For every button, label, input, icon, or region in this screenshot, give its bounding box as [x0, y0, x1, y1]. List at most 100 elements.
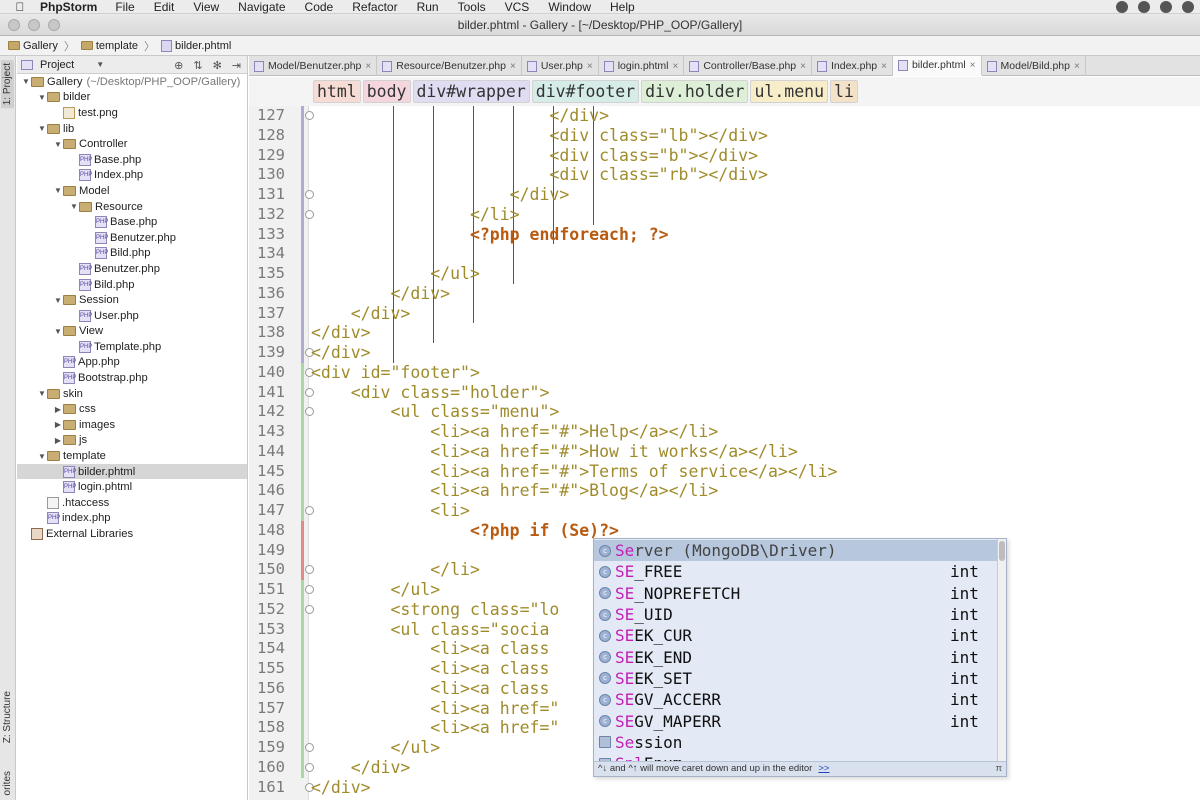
tree-item[interactable]: PHP index.php: [17, 511, 247, 527]
menu-help[interactable]: Help: [610, 0, 635, 14]
expanded-arrow-icon[interactable]: ▼: [53, 327, 63, 336]
expanded-arrow-icon[interactable]: ▼: [53, 186, 63, 195]
tree-item[interactable]: PHP Benutzer.php: [17, 261, 247, 277]
editor-tab[interactable]: Model/Benutzer.php ×: [249, 56, 378, 76]
autocomplete-item[interactable]: c SEGV_MAPERR int: [594, 710, 998, 731]
tree-item[interactable]: ▶ images: [17, 417, 247, 433]
tree-item[interactable]: PHP login.phtml: [17, 479, 247, 495]
tree-item[interactable]: ▶ css: [17, 401, 247, 417]
breadcrumb-tag[interactable]: body: [362, 80, 411, 103]
tree-item[interactable]: ▼ Model: [17, 183, 247, 199]
menu-vcs[interactable]: VCS: [505, 0, 530, 14]
structure-tool-button[interactable]: Z: Structure: [1, 688, 14, 746]
autocomplete-popup[interactable]: c Server (MongoDB\Driver) c SE_FREE int c SE_N…: [593, 538, 1007, 777]
close-icon[interactable]: ×: [1074, 61, 1080, 72]
menu-refactor[interactable]: Refactor: [352, 0, 397, 14]
close-icon[interactable]: ×: [587, 61, 593, 72]
collapsed-arrow-icon[interactable]: ▶: [53, 436, 63, 445]
menu-edit[interactable]: Edit: [154, 0, 175, 14]
expanded-arrow-icon[interactable]: ▼: [21, 77, 31, 86]
apple-icon[interactable]: : [0, 0, 40, 14]
tree-item[interactable]: PHP bilder.phtml: [17, 463, 247, 480]
tray-icon[interactable]: [1160, 1, 1172, 13]
collapse-icon[interactable]: ⇅: [193, 59, 202, 72]
tree-item[interactable]: PHP Benutzer.php: [17, 230, 247, 246]
tree-item[interactable]: ▼ lib: [17, 121, 247, 137]
close-icon[interactable]: ×: [970, 60, 976, 71]
expanded-arrow-icon[interactable]: ▼: [37, 389, 47, 398]
collapsed-arrow-icon[interactable]: ▶: [53, 420, 63, 429]
editor-tab[interactable]: bilder.phtml ×: [892, 56, 982, 76]
expanded-arrow-icon[interactable]: ▼: [37, 93, 47, 102]
editor-tab[interactable]: Controller/Base.php ×: [684, 56, 812, 76]
tree-item[interactable]: ▼ skin: [17, 386, 247, 402]
close-icon[interactable]: ×: [673, 61, 679, 72]
gear-icon[interactable]: ✻: [213, 59, 222, 72]
popup-scrollbar[interactable]: [997, 539, 1006, 761]
tree-item[interactable]: External Libraries: [17, 526, 247, 542]
autocomplete-item[interactable]: c SEEK_CUR int: [594, 625, 998, 646]
popup-more-link[interactable]: >>: [818, 762, 829, 776]
tray-icon[interactable]: [1116, 1, 1128, 13]
tree-item[interactable]: PHP Base.php: [17, 152, 247, 168]
editor-tab[interactable]: Index.php ×: [812, 56, 893, 76]
close-icon[interactable]: ×: [800, 61, 806, 72]
expanded-arrow-icon[interactable]: ▼: [53, 140, 63, 149]
menu-file[interactable]: File: [115, 0, 134, 14]
tree-item[interactable]: .htaccess: [17, 495, 247, 511]
tree-item[interactable]: ▼ Gallery (~/Desktop/PHP_OOP/Gallery): [17, 74, 247, 90]
tree-item[interactable]: ▼ bilder: [17, 90, 247, 106]
code-editor[interactable]: 127 128 129 130 131 132 133 134 135 136 137 138 139 1…: [249, 106, 1200, 800]
menu-navigate[interactable]: Navigate: [238, 0, 285, 14]
breadcrumb-tag[interactable]: li: [830, 80, 858, 103]
tree-item[interactable]: PHP Bootstrap.php: [17, 370, 247, 386]
autocomplete-item[interactable]: c SE_NOPREFETCH int: [594, 583, 998, 604]
autocomplete-item[interactable]: c Server (MongoDB\Driver): [594, 540, 998, 562]
tree-item[interactable]: ▼ Resource: [17, 199, 247, 215]
breadcrumb-tag[interactable]: div.holder: [641, 80, 749, 103]
tree-item[interactable]: ▼ Session: [17, 292, 247, 308]
autocomplete-item[interactable]: c SEEK_END int: [594, 647, 998, 668]
tree-item[interactable]: PHP User.php: [17, 308, 247, 324]
tree-item[interactable]: PHP Template.php: [17, 339, 247, 355]
tree-item[interactable]: PHP Bild.php: [17, 277, 247, 293]
tree-item[interactable]: ▼ template: [17, 448, 247, 464]
breadcrumb-tag[interactable]: html: [313, 80, 361, 103]
tray-icon[interactable]: [1138, 1, 1150, 13]
editor-tab[interactable]: Model/Bild.php ×: [982, 56, 1086, 76]
tree-item[interactable]: ▶ js: [17, 433, 247, 449]
expanded-arrow-icon[interactable]: ▼: [69, 202, 79, 211]
editor-tab[interactable]: User.php ×: [522, 56, 599, 76]
editor-tab[interactable]: Resource/Benutzer.php ×: [377, 56, 522, 76]
tree-item[interactable]: PHP Base.php: [17, 214, 247, 230]
nav-crumb-project[interactable]: Gallery: [8, 40, 58, 52]
breadcrumb-tag[interactable]: div#wrapper: [412, 80, 530, 103]
tree-item[interactable]: ▼ View: [17, 324, 247, 340]
pin-icon[interactable]: π: [995, 762, 1002, 776]
tree-item[interactable]: PHP Index.php: [17, 168, 247, 184]
breadcrumb-tag[interactable]: ul.menu: [750, 80, 829, 103]
close-icon[interactable]: ×: [510, 61, 516, 72]
close-icon[interactable]: ×: [881, 61, 887, 72]
tree-item[interactable]: PHP Bild.php: [17, 246, 247, 262]
expanded-arrow-icon[interactable]: ▼: [37, 452, 47, 461]
nav-crumb-file[interactable]: bilder.phtml: [161, 39, 231, 52]
menu-code[interactable]: Code: [305, 0, 334, 14]
favorites-tool-button[interactable]: orites: [1, 768, 14, 798]
collapsed-arrow-icon[interactable]: ▶: [53, 405, 63, 414]
nav-crumb-folder[interactable]: template: [80, 40, 138, 52]
tree-item[interactable]: test.png: [17, 105, 247, 121]
autocomplete-item[interactable]: c SE_FREE int: [594, 561, 998, 582]
tree-item[interactable]: ▼ Controller: [17, 136, 247, 152]
hide-icon[interactable]: ⇥: [232, 59, 241, 72]
scrollbar-thumb[interactable]: [999, 541, 1005, 561]
menu-view[interactable]: View: [193, 0, 219, 14]
menu-window[interactable]: Window: [548, 0, 591, 14]
project-view-selector[interactable]: Project ▼: [21, 59, 104, 71]
project-tool-button[interactable]: 1: Project: [1, 60, 14, 109]
autocomplete-item[interactable]: c SE_UID int: [594, 604, 998, 625]
autocomplete-item[interactable]: Session: [594, 732, 998, 753]
breadcrumb-tag[interactable]: div#footer: [531, 80, 640, 103]
menu-tools[interactable]: Tools: [458, 0, 486, 14]
autocomplete-item[interactable]: c SEGV_ACCERR int: [594, 689, 998, 710]
